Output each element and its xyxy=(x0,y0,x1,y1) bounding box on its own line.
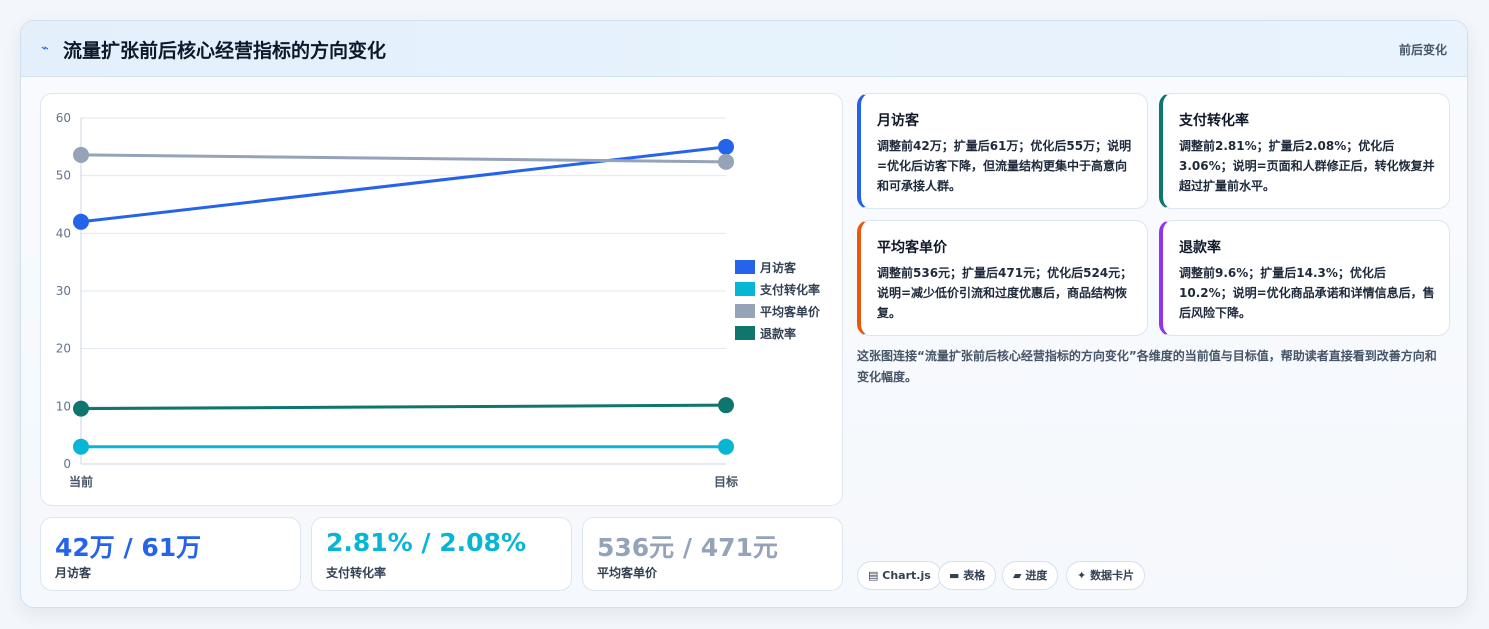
metric-card-desc: 调整前42万；扩量后61万；优化后55万；说明=优化后访客下降，但流量结构更集中… xyxy=(877,139,1132,193)
stat-card-aov: 536元 / 471元 平均客单价 xyxy=(582,517,843,591)
legend-label: 月访客 xyxy=(759,260,797,275)
stat-label: 平均客单价 xyxy=(597,566,658,580)
legend-swatch xyxy=(735,304,755,318)
line-chart-panel: 0 10 20 30 40 50 60 当前 目标 月访客支付转化率平均客单价退款率 xyxy=(40,93,843,506)
data-point xyxy=(73,438,89,455)
header-badge: 前后变化 xyxy=(1398,43,1447,57)
stat-value: 536元 / 471元 xyxy=(597,533,778,562)
metric-card-aov: 平均客单价 调整前536元；扩量后471元；优化后524元；说明=减少低价引流和… xyxy=(857,220,1148,336)
y-tick-label: 0 xyxy=(63,457,71,471)
stat-label: 月访客 xyxy=(55,566,92,580)
data-point xyxy=(73,213,89,230)
chart-description: 这张图连接“流量扩张前后核心经营指标的方向变化”各维度的当前值与目标值，帮助读者… xyxy=(857,349,1437,384)
data-point xyxy=(718,138,734,155)
y-tick-label: 40 xyxy=(56,226,71,240)
chart-icon: ▤ xyxy=(868,569,879,582)
metric-card-title: 退款率 xyxy=(1179,240,1221,256)
stat-label: 支付转化率 xyxy=(326,566,387,580)
tag-label: 进度 xyxy=(1025,569,1048,582)
main-card: ⌁ 流量扩张前后核心经营指标的方向变化 前后变化 0 10 20 30 40 50 60 当前… xyxy=(20,20,1468,608)
data-point xyxy=(73,146,89,163)
y-tick-label: 50 xyxy=(56,169,71,183)
tag-label: 数据卡片 xyxy=(1090,569,1135,582)
tag-label: Chart.js xyxy=(882,569,931,582)
tag-chartjs[interactable]: ▤ Chart.js xyxy=(857,561,942,590)
series-line xyxy=(80,403,727,411)
legend-label: 支付转化率 xyxy=(759,282,820,297)
data-point xyxy=(73,400,89,417)
metric-card-refund: 退款率 调整前9.6%；扩量后14.3%；优化后10.2%；说明=优化商品承诺和… xyxy=(1159,220,1450,336)
tag-label: 表格 xyxy=(963,569,986,582)
y-tick-label: 60 xyxy=(56,111,71,125)
metric-card-title: 平均客单价 xyxy=(877,240,947,256)
stat-value: 42万 / 61万 xyxy=(55,533,202,562)
tag-data-card[interactable]: ✦ 数据卡片 xyxy=(1066,561,1146,590)
legend-swatch xyxy=(735,260,755,274)
metric-card-visitors: 月访客 调整前42万；扩量后61万；优化后55万；说明=优化后访客下降，但流量结… xyxy=(857,93,1148,209)
y-tick-label: 10 xyxy=(56,399,71,413)
progress-icon: ▰ xyxy=(1013,569,1022,582)
tag-table[interactable]: ▬ 表格 xyxy=(938,561,997,590)
stat-card-visitors: 42万 / 61万 月访客 xyxy=(40,517,301,591)
table-icon: ▬ xyxy=(949,569,960,582)
legend-swatch xyxy=(735,326,755,340)
legend-label: 退款率 xyxy=(760,326,796,341)
x-tick-label: 当前 xyxy=(69,474,93,489)
line-chart: 0 10 20 30 40 50 60 当前 目标 月访客支付转化率平均客单价退款率 xyxy=(56,111,821,489)
data-point xyxy=(718,153,734,170)
sparkle-icon: ✦ xyxy=(1077,569,1087,582)
metric-card-title: 月访客 xyxy=(877,113,919,129)
tag-progress[interactable]: ▰ 进度 xyxy=(1002,561,1059,590)
metric-card-conversion: 支付转化率 调整前2.81%；扩量后2.08%；优化后3.06%；说明=页面和人… xyxy=(1159,93,1450,209)
page-title: 流量扩张前后核心经营指标的方向变化 xyxy=(63,40,387,62)
y-tick-label: 20 xyxy=(56,342,71,356)
legend-swatch xyxy=(735,282,755,296)
metric-card-desc: 调整前536元；扩量后471元；优化后524元；说明=减少低价引流和过度优惠后，… xyxy=(877,266,1133,320)
card-header: ⌁ 流量扩张前后核心经营指标的方向变化 前后变化 xyxy=(21,21,1467,77)
stat-value: 2.81% / 2.08% xyxy=(326,528,526,557)
metric-card-desc: 调整前2.81%；扩量后2.08%；优化后3.06%；说明=页面和人群修正后，转… xyxy=(1179,139,1435,193)
legend-label: 平均客单价 xyxy=(760,304,821,319)
metric-card-title: 支付转化率 xyxy=(1179,113,1249,129)
data-point xyxy=(718,397,734,414)
y-tick-label: 30 xyxy=(56,284,71,298)
x-tick-label: 目标 xyxy=(714,474,738,489)
lightning-icon: ⌁ xyxy=(41,41,49,56)
metric-card-desc: 调整前9.6%；扩量后14.3%；优化后10.2%；说明=优化商品承诺和详情信息… xyxy=(1179,266,1435,320)
stat-card-conversion: 2.81% / 2.08% 支付转化率 xyxy=(311,517,572,591)
data-point xyxy=(718,438,734,455)
